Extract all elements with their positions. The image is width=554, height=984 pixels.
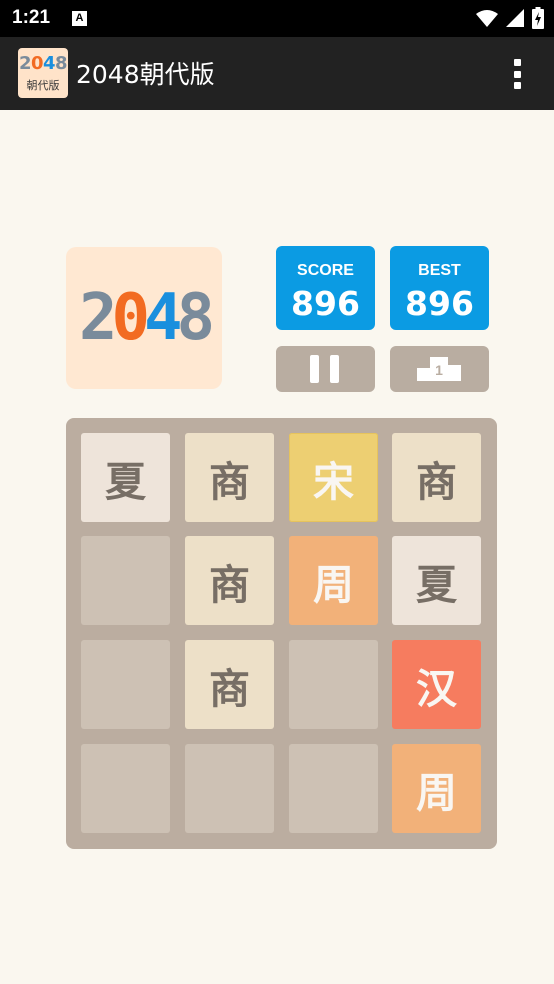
wifi-icon (476, 10, 498, 27)
board-tile: 汉 (392, 640, 481, 729)
app-logo-subtitle: 朝代版 (26, 79, 60, 92)
overflow-menu-icon[interactable] (510, 57, 524, 91)
board-cell-empty (81, 744, 170, 833)
best-box: BEST 896 (390, 246, 489, 330)
leaderboard-rank: 1 (435, 362, 443, 378)
board-cell-empty (289, 640, 378, 729)
notification-icon: A (72, 11, 87, 26)
score-value: 896 (291, 284, 360, 323)
game-logo: 2048 (66, 247, 222, 389)
board-tile: 周 (289, 536, 378, 625)
board-tile: 夏 (81, 433, 170, 522)
board-cell-empty (81, 536, 170, 625)
board-cell-empty (81, 640, 170, 729)
status-time: 1:21 (12, 7, 51, 28)
leaderboard-button[interactable]: 1 (390, 346, 489, 392)
board-cell-empty (185, 744, 274, 833)
board-tile: 商 (185, 640, 274, 729)
game-logo-text: 2048 (78, 281, 215, 355)
board-tile: 周 (392, 744, 481, 833)
status-bar: 1:21 A (0, 0, 554, 37)
pause-button[interactable] (276, 346, 375, 392)
battery-icon (532, 7, 544, 29)
app-logo-number: 2048 (18, 53, 68, 74)
app-title: 2048朝代版 (76, 60, 215, 89)
podium-icon: 1 (417, 357, 461, 381)
best-label: BEST (418, 262, 461, 279)
game-board[interactable]: 夏商宋商商周夏商汉周 (66, 418, 497, 849)
pause-icon (310, 355, 339, 383)
app-logo: 2048 朝代版 (18, 48, 68, 98)
board-tile: 商 (392, 433, 481, 522)
board-tile: 宋 (289, 433, 378, 522)
board-tile: 商 (185, 536, 274, 625)
best-value: 896 (405, 284, 474, 323)
board-tile: 商 (185, 433, 274, 522)
signal-icon (506, 9, 524, 27)
board-tile: 夏 (392, 536, 481, 625)
app-bar: 2048 朝代版 2048朝代版 (0, 37, 554, 110)
score-box: SCORE 896 (276, 246, 375, 330)
board-cell-empty (289, 744, 378, 833)
score-label: SCORE (297, 262, 354, 279)
system-icons (476, 6, 544, 30)
